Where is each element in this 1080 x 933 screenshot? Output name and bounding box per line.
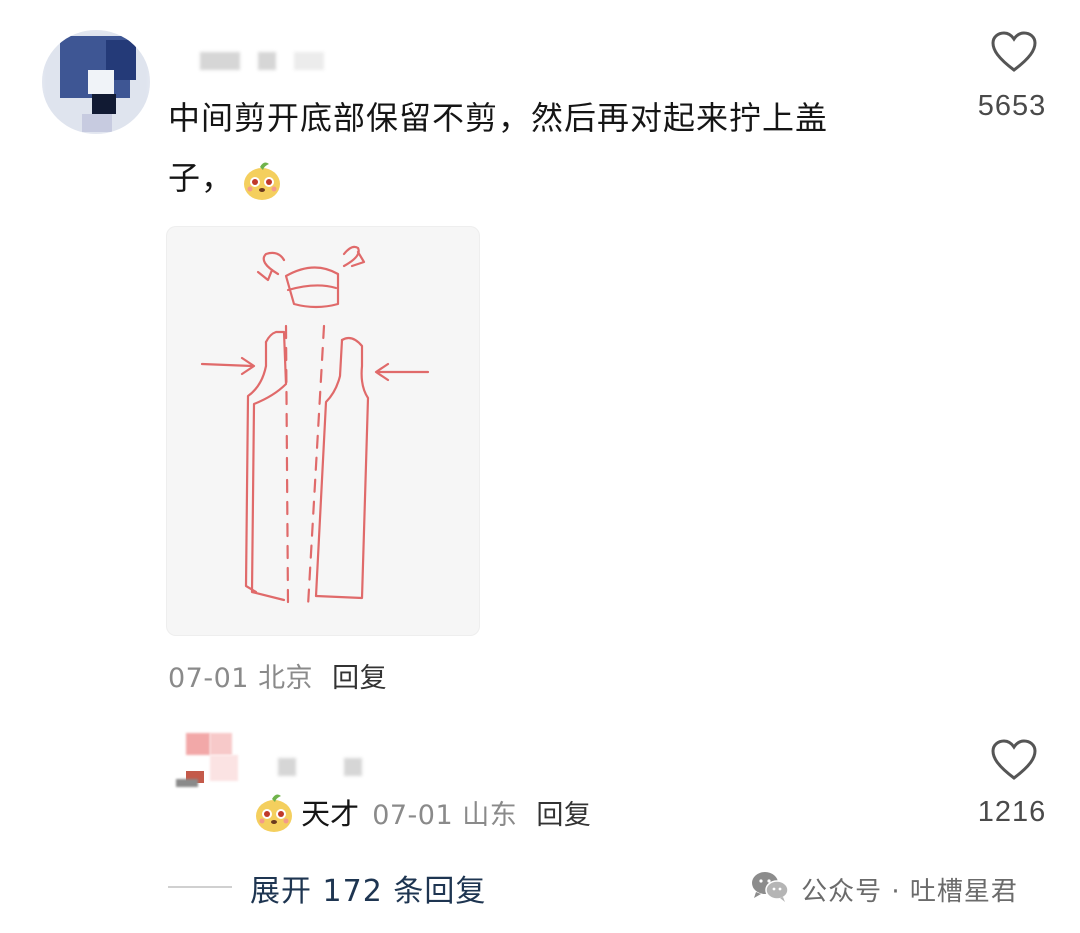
- bear-face-sticker-icon: [240, 158, 284, 202]
- wechat-icon: [750, 870, 790, 908]
- heart-icon[interactable]: [990, 739, 1038, 786]
- reply-like-count: 1216: [977, 796, 1047, 828]
- reply-button[interactable]: 回复: [332, 663, 387, 694]
- comment-text: 中间剪开底部保留不剪，然后再对起来拧上盖 子，: [168, 88, 928, 208]
- comment-text-line2: 子，: [168, 148, 928, 208]
- comment-text-line1: 中间剪开底部保留不剪，然后再对起来拧上盖: [168, 99, 829, 137]
- username-blurred[interactable]: [200, 52, 342, 72]
- reply-meta: 07-01 山东 回复: [372, 800, 591, 831]
- bear-face-sticker-icon: [252, 790, 296, 834]
- avatar[interactable]: [42, 30, 150, 134]
- comment-date: 07-01: [168, 663, 249, 694]
- reply-like-button[interactable]: [974, 738, 1054, 786]
- reply-date: 07-01: [372, 799, 454, 831]
- like-button[interactable]: [974, 30, 1054, 78]
- reply-username-blurred[interactable]: [278, 758, 380, 778]
- comment-meta: 07-01 北京 回复: [168, 656, 387, 695]
- reply-reply-button[interactable]: 回复: [536, 800, 591, 831]
- watermark-text: 公众号 · 吐槽星君: [801, 876, 1018, 907]
- reply-body: 天才 07-01 山东 回复: [252, 790, 591, 834]
- watermark: 公众号 · 吐槽星君: [750, 870, 1018, 908]
- expand-replies-link[interactable]: 展开 172 条回复: [250, 866, 486, 910]
- reply-text: 天才: [301, 797, 360, 831]
- like-count: 5653: [977, 90, 1047, 122]
- comment-location: 北京: [258, 663, 314, 694]
- reply-location: 山东: [462, 799, 518, 831]
- divider-line: [168, 886, 232, 888]
- bottle-cutting-sketch-image[interactable]: [166, 226, 480, 636]
- heart-icon[interactable]: [990, 31, 1038, 78]
- reply-avatar[interactable]: [168, 733, 244, 795]
